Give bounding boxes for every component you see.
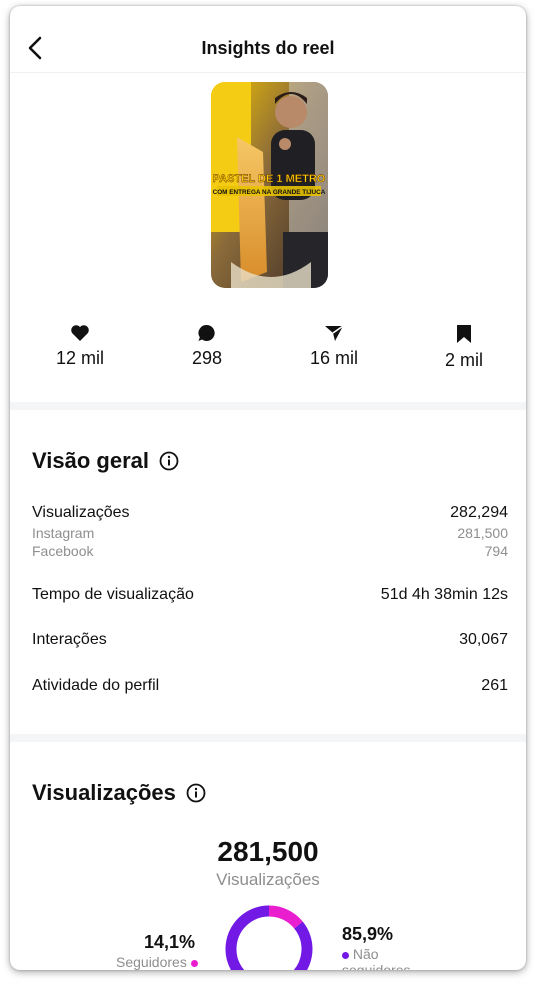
views-section-title: Visualizações — [32, 780, 206, 806]
non-followers-legend: Não seguidores — [342, 946, 432, 970]
shares-count: 16 mil — [309, 348, 358, 368]
info-icon[interactable] — [159, 451, 179, 471]
instagram-value: 281,500 — [457, 525, 508, 541]
facebook-label: Facebook — [32, 543, 94, 559]
overview-title-text: Visão geral — [32, 448, 149, 473]
profile-activity-label: Atividade do perfil — [32, 677, 160, 694]
instagram-label: Instagram — [32, 525, 95, 541]
facebook-row: Facebook 794 — [32, 543, 508, 559]
facebook-value: 794 — [484, 543, 508, 559]
followers-legend: Seguidores — [116, 954, 198, 970]
page-title: Insights do reel — [201, 38, 335, 58]
section-divider — [10, 402, 526, 410]
stat-comments[interactable]: 298 — [167, 324, 247, 369]
views-total-label: Visualizações — [216, 870, 320, 889]
reel-thumbnail-image: PASTEL DE 1 METRO COM ENTREGA NA GRANDE … — [211, 82, 328, 288]
views-label: Visualizações — [32, 504, 130, 521]
overview-title: Visão geral — [32, 448, 179, 474]
followers-percent: 14,1% — [144, 932, 196, 952]
stat-shares[interactable]: 16 mil — [294, 324, 374, 369]
header: Insights do reel — [10, 6, 526, 73]
non-followers-legend-label: Não seguidores — [342, 946, 411, 970]
bookmark-icon — [457, 325, 471, 343]
watch-time-value: 51d 4h 38min 12s — [380, 586, 508, 603]
comment-icon — [198, 324, 215, 341]
followers-legend-label: Seguidores — [116, 954, 187, 970]
instagram-row: Instagram 281,500 — [32, 525, 508, 541]
likes-count: 12 mil — [55, 348, 104, 368]
stat-likes[interactable]: 12 mil — [40, 324, 120, 369]
profile-activity-value: 261 — [481, 677, 508, 694]
thumbnail-subline: COM ENTREGA NA GRANDE TIJUCA — [213, 189, 326, 196]
views-total: 281,500 — [217, 836, 319, 867]
engagement-stats: 12 mil 298 16 mil 2 mil — [10, 324, 526, 384]
profile-activity-row[interactable]: Atividade do perfil 261 — [32, 677, 508, 695]
section-divider — [10, 734, 526, 742]
views-section-title-text: Visualizações — [32, 780, 176, 805]
watch-time-label: Tempo de visualização — [32, 586, 194, 603]
heart-icon — [71, 325, 89, 341]
views-row[interactable]: Visualizações 282,294 — [32, 504, 508, 522]
saves-count: 2 mil — [444, 350, 483, 370]
stat-saves[interactable]: 2 mil — [424, 324, 504, 371]
info-icon[interactable] — [186, 783, 206, 803]
comments-count: 298 — [191, 348, 223, 368]
audience-donut-chart — [225, 905, 313, 970]
thumbnail-headline: PASTEL DE 1 METRO — [213, 173, 326, 185]
interactions-row[interactable]: Interações 30,067 — [32, 631, 508, 649]
non-followers-legend-dot — [342, 951, 349, 959]
views-value: 282,294 — [450, 504, 508, 521]
followers-legend-dot — [190, 959, 198, 967]
share-icon — [325, 325, 344, 341]
interactions-label: Interações — [32, 631, 107, 648]
interactions-value: 30,067 — [459, 631, 508, 648]
screen: Insights do reel PASTEL DE 1 METRO COM E… — [10, 6, 526, 970]
non-followers-percent: 85,9% — [342, 924, 394, 944]
reel-thumbnail[interactable]: PASTEL DE 1 METRO COM ENTREGA NA GRANDE … — [211, 82, 328, 288]
watch-time-row[interactable]: Tempo de visualização 51d 4h 38min 12s — [32, 586, 508, 604]
